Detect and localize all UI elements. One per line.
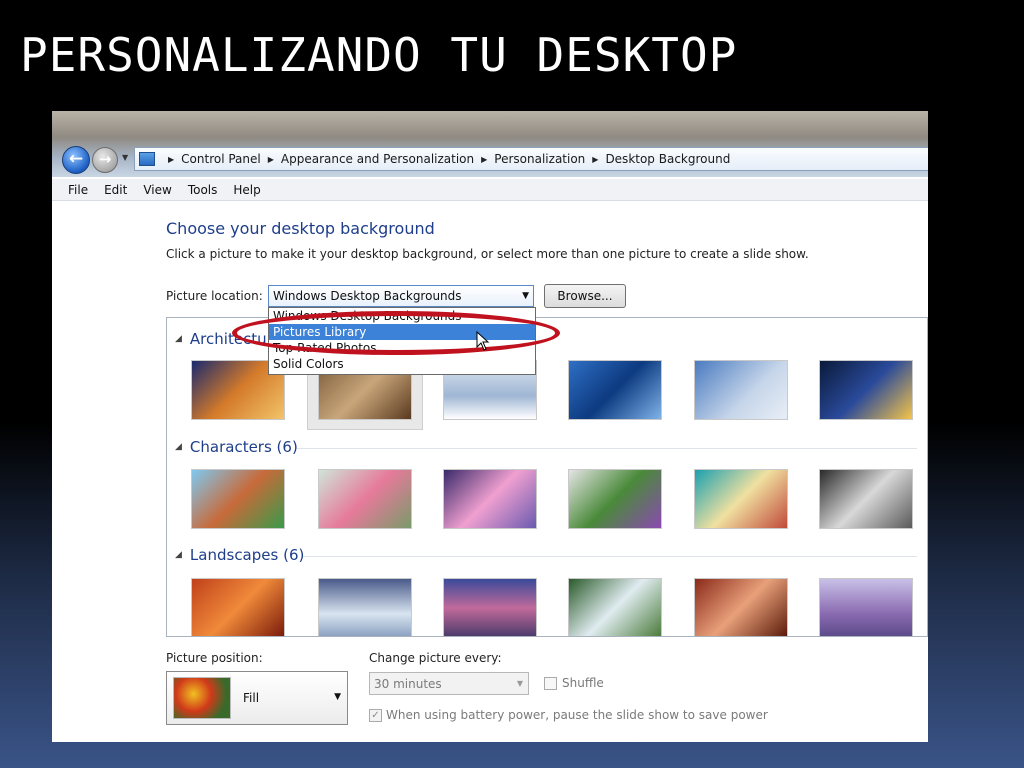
group-divider: [303, 556, 917, 557]
picture-location-value: Windows Desktop Backgrounds: [273, 289, 462, 303]
wallpaper-thumbnail[interactable]: [819, 469, 913, 529]
wallpaper-thumbnail[interactable]: [694, 360, 788, 420]
picture-position-label: Picture position:: [166, 651, 263, 665]
chevron-down-icon: ▼: [334, 692, 341, 702]
shuffle-label: Shuffle: [562, 676, 604, 690]
wallpaper-thumbnail[interactable]: [819, 360, 913, 420]
shuffle-checkbox[interactable]: [544, 677, 557, 690]
breadcrumb-personalization[interactable]: Personalization: [494, 152, 585, 166]
control-panel-window: ← → ▼ ▶ Control Panel ▶ Appearance and P…: [52, 111, 928, 742]
picture-position-select[interactable]: Fill ▼: [166, 671, 348, 725]
menu-view[interactable]: View: [143, 183, 171, 197]
group-header-landscapes[interactable]: ◢ Landscapes (6): [175, 546, 304, 564]
battery-pause-label: When using battery power, pause the slid…: [386, 708, 768, 722]
forward-arrow-icon[interactable]: →: [92, 147, 118, 173]
wallpaper-thumbnail[interactable]: [819, 578, 913, 636]
change-picture-value: 30 minutes: [374, 677, 442, 691]
picture-position-value: Fill: [243, 691, 260, 705]
wallpaper-thumbnail[interactable]: [568, 578, 662, 636]
breadcrumb-chevron-icon[interactable]: ▶: [481, 155, 487, 164]
browse-button[interactable]: Browse...: [544, 284, 626, 308]
breadcrumb-chevron-icon[interactable]: ▶: [592, 155, 598, 164]
wallpaper-thumbnail[interactable]: [318, 469, 412, 529]
wallpaper-thumbnail[interactable]: [443, 578, 537, 636]
menu-tools[interactable]: Tools: [188, 183, 218, 197]
collapse-triangle-icon[interactable]: ◢: [175, 550, 182, 560]
wallpaper-thumbnail[interactable]: [191, 578, 285, 636]
wallpaper-thumbnail[interactable]: [568, 360, 662, 420]
flower-preview-icon: [173, 677, 231, 719]
wallpaper-thumbnail[interactable]: [443, 469, 537, 529]
menu-file[interactable]: File: [68, 183, 88, 197]
group-divider: [297, 448, 917, 449]
collapse-triangle-icon[interactable]: ◢: [175, 334, 182, 344]
wallpaper-thumbnail[interactable]: [318, 578, 412, 636]
annotation-red-oval: [232, 311, 560, 355]
window-chrome: ← → ▼ ▶ Control Panel ▶ Appearance and P…: [52, 111, 928, 177]
address-bar[interactable]: ▶ Control Panel ▶ Appearance and Persona…: [134, 147, 928, 171]
back-arrow-icon[interactable]: ←: [62, 146, 90, 174]
group-label-characters: Characters (6): [189, 438, 298, 456]
menu-bar: File Edit View Tools Help: [52, 179, 928, 201]
wallpaper-thumbnail[interactable]: [694, 578, 788, 636]
menu-help[interactable]: Help: [233, 183, 260, 197]
group-header-characters[interactable]: ◢ Characters (6): [175, 438, 298, 456]
breadcrumb-desktop-background[interactable]: Desktop Background: [605, 152, 730, 166]
group-label-landscapes: Landscapes (6): [189, 546, 305, 564]
breadcrumb-chevron-icon[interactable]: ▶: [168, 155, 174, 164]
picture-location-label: Picture location:: [166, 289, 263, 303]
slide-title: PERSONALIZANDO TU DESKTOP: [20, 28, 738, 82]
breadcrumb-control-panel[interactable]: Control Panel: [181, 152, 261, 166]
mouse-cursor-icon: [476, 331, 490, 351]
battery-pause-checkbox[interactable]: ✓: [369, 709, 382, 722]
change-picture-select[interactable]: 30 minutes ▼: [369, 672, 529, 695]
control-panel-icon: [139, 152, 155, 166]
page-instructions: Click a picture to make it your desktop …: [166, 247, 809, 261]
change-picture-label: Change picture every:: [369, 651, 502, 665]
chevron-down-icon: ▼: [516, 679, 523, 688]
chevron-down-icon: ▼: [522, 291, 529, 301]
breadcrumb-chevron-icon[interactable]: ▶: [268, 155, 274, 164]
menu-edit[interactable]: Edit: [104, 183, 127, 197]
wallpaper-thumbnail[interactable]: [568, 469, 662, 529]
wallpaper-thumbnail[interactable]: [694, 469, 788, 529]
page-heading: Choose your desktop background: [166, 219, 435, 238]
breadcrumb-appearance[interactable]: Appearance and Personalization: [281, 152, 474, 166]
picture-location-select[interactable]: Windows Desktop Backgrounds ▼: [268, 285, 534, 307]
collapse-triangle-icon[interactable]: ◢: [175, 442, 182, 452]
wallpaper-thumbnail[interactable]: [191, 469, 285, 529]
dropdown-option-solid-colors[interactable]: Solid Colors: [269, 356, 535, 372]
recent-pages-chevron-icon[interactable]: ▼: [122, 153, 128, 162]
